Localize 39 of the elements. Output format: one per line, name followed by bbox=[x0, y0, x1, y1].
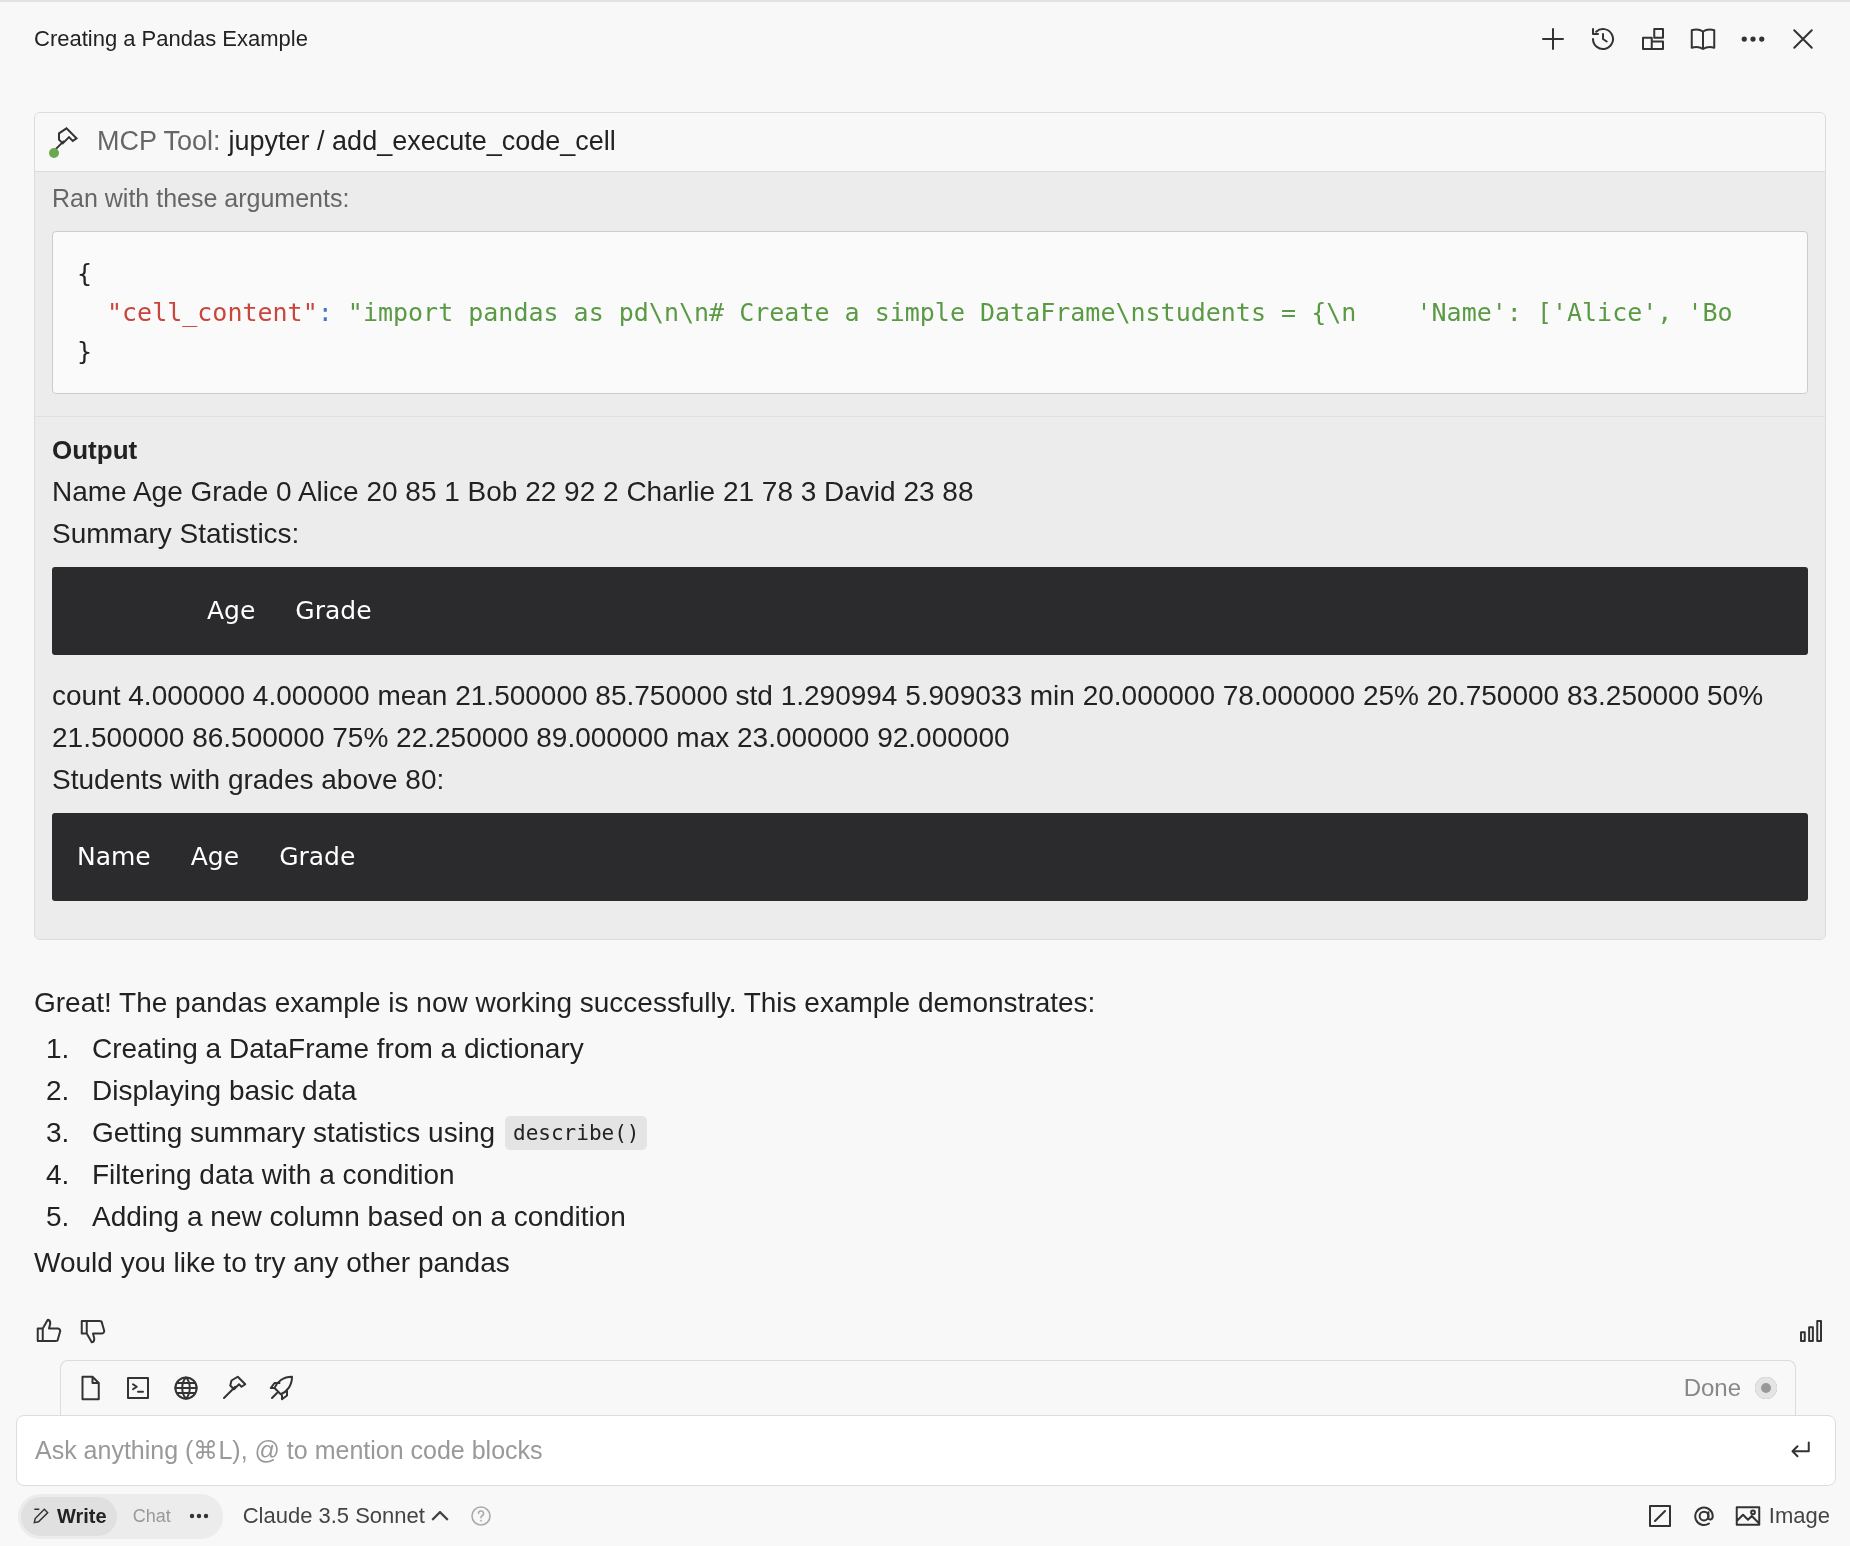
column-header: Age bbox=[190, 840, 240, 873]
list-item-text: Filtering data with a condition bbox=[92, 1157, 455, 1192]
code-line: "cell_content": "import pandas as pd\n\n# Create a simple DataFrame\nstudents = {\n 'Name': ['Alice', 'Bo bbox=[106, 296, 1734, 329]
tool-name: jupyter / add_execute_code_cell bbox=[228, 126, 616, 158]
output-text: Name Age Grade 0 Alice 20 85 1 Bob 22 92 2 Charlie 21 78 3 David 23 88 bbox=[52, 474, 975, 509]
output-text: count 4.000000 4.000000 mean 21.500000 85.750000 std 1.290994 5.909033 min 20.000000 78.000000 25% 20.750000 83.250000 50% 21.500000 86.500000 75% 22.250000 89.000000 max 23.000000 92.000000 bbox=[52, 678, 1765, 755]
list-number: 3. bbox=[46, 1115, 71, 1150]
output-text: Summary Statistics: bbox=[52, 516, 301, 551]
image-button[interactable]: Image bbox=[1732, 1501, 1830, 1532]
arguments-label: Ran with these arguments: bbox=[52, 183, 351, 213]
list-number: 1. bbox=[46, 1031, 71, 1066]
tool-label: MCP Tool: bbox=[97, 126, 221, 158]
column-header: Grade bbox=[279, 840, 356, 873]
inline-code: describe() bbox=[505, 1115, 648, 1150]
list-item-text: Getting summary statistics using bbox=[92, 1115, 496, 1150]
status-indicator bbox=[1755, 1376, 1777, 1399]
model-selector[interactable]: Claude 3.5 Sonnet bbox=[236, 1499, 455, 1534]
mode-tab[interactable]: Write bbox=[21, 1496, 117, 1536]
output-heading: Output bbox=[52, 433, 139, 467]
chat-input-field[interactable]: Ask anything (⌘L), @ to mention code blocks bbox=[33, 1434, 1785, 1466]
chat-title: Creating a Pandas Example bbox=[34, 25, 308, 52]
message-paragraph: Would you like to try any other pandas bbox=[34, 1245, 511, 1280]
column-header: Name bbox=[77, 840, 151, 873]
code-line: } bbox=[77, 335, 94, 368]
list-item-text: Displaying basic data bbox=[92, 1073, 357, 1108]
code-line: { bbox=[77, 257, 94, 290]
caret-icon bbox=[430, 1511, 449, 1522]
column-header: Age bbox=[207, 594, 256, 627]
column-header: Grade bbox=[295, 594, 372, 627]
output-text: Students with grades above 80: bbox=[52, 762, 446, 797]
list-item-text: Creating a DataFrame from a dictionary bbox=[92, 1031, 584, 1066]
message-paragraph: Great! The pandas example is now working successfully. This example demonstrates: bbox=[34, 985, 1097, 1020]
pencil-icon bbox=[31, 1506, 51, 1527]
list-number: 4. bbox=[46, 1157, 71, 1192]
status-label: Done bbox=[1683, 1373, 1741, 1402]
list-item-text: Adding a new column based on a condition bbox=[92, 1199, 626, 1234]
list-number: 2. bbox=[46, 1073, 71, 1108]
list-number: 5. bbox=[46, 1199, 71, 1234]
chat-input-box[interactable]: Ask anything (⌘L), @ to mention code blocks bbox=[16, 1414, 1836, 1487]
